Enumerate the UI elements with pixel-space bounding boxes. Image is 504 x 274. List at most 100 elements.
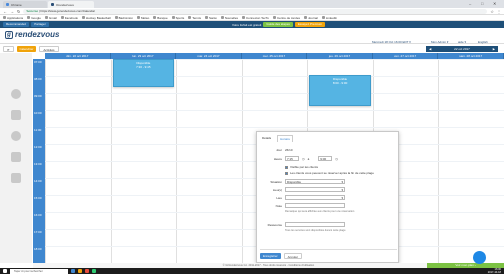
date-navigator: ◀ 22 oct 2017 ▶	[426, 46, 498, 52]
visible-checkbox[interactable]	[285, 165, 288, 169]
bookmark-icon	[321, 16, 325, 19]
chevron-down-icon: ▾	[341, 180, 343, 184]
hour-label: 17:00	[34, 230, 42, 234]
hour-gridline	[45, 110, 504, 111]
activities-button[interactable]: Activités	[39, 45, 59, 52]
cancel-button[interactable]: Annuler	[283, 253, 303, 259]
guide-button[interactable]: Guide des étapes	[263, 22, 293, 27]
hour-gridline	[45, 93, 504, 94]
chat-bubble-icon[interactable]	[473, 251, 486, 264]
hour-label: 09:00	[34, 94, 42, 98]
chrome-taskbar-icon[interactable]	[85, 269, 89, 273]
browser-tab-1[interactable]: Chrome	[3, 1, 47, 8]
bookmark-icon	[204, 16, 208, 19]
date-label: Jour	[276, 148, 282, 152]
minimize-icon[interactable]: –	[469, 1, 471, 6]
maximize-icon[interactable]: □	[481, 1, 483, 6]
availability-event[interactable]: Disponible 8:00 - 9:00	[309, 75, 371, 106]
bookmark-item[interactable]: Banque	[153, 16, 168, 20]
current-date[interactable]: 22 oct 2017	[454, 47, 470, 51]
os-taskbar: Taper ici pour rechercher	[0, 268, 504, 274]
bookmark-item[interactable]: Google	[27, 16, 41, 20]
url-field[interactable]: Sécurisé | https://www.gorendezvous.com/…	[23, 8, 488, 14]
resource-input[interactable]	[285, 222, 345, 227]
bookmark-item[interactable]: LinkedIn	[321, 16, 337, 20]
resource-label: Ressource	[267, 222, 282, 227]
star-icon[interactable]: ☆	[490, 9, 494, 14]
next-week-icon[interactable]: ▶	[493, 47, 495, 51]
bookmark-item[interactable]: Facebook	[60, 16, 78, 20]
bookmark-icon	[3, 16, 6, 19]
address-bar: ← → ↻ Sécurisé | https://www.gorendezvou…	[0, 8, 504, 15]
bookmark-icon	[114, 16, 118, 19]
clock-icon[interactable]	[11, 89, 21, 99]
location-label: Lieu	[276, 195, 282, 200]
premium-button[interactable]: Essayez Premium	[294, 22, 326, 27]
hour-gridline	[45, 127, 504, 128]
availability-event[interactable]: Disponible 7:30 - 9:45	[112, 59, 175, 87]
places-select[interactable]: ▾	[285, 187, 345, 192]
status-select[interactable]: Disponible ▾	[285, 179, 345, 184]
clock-picker-icon[interactable]: ◷	[302, 157, 305, 161]
hour-from-input[interactable]: 7:15	[285, 156, 299, 161]
resource-help: Tous les services sont disponibles duran…	[285, 229, 346, 232]
bookmark-item[interactable]: Badminton	[114, 16, 133, 20]
bookmark-item[interactable]: Sports	[171, 16, 184, 20]
taskbar-clock: 16:00 2017-10-18	[487, 268, 501, 274]
app-header	[0, 28, 504, 44]
bookmark-item[interactable]: Applications	[3, 16, 23, 20]
event-time: 7:30 - 9:45	[136, 65, 151, 69]
windows-start-icon[interactable]	[3, 269, 7, 273]
note-input[interactable]	[285, 203, 345, 208]
bookmark-icon	[242, 16, 245, 19]
plan-info: Votre forfait est gratuit Guide des étap…	[232, 22, 326, 27]
after-end-checkbox[interactable]	[285, 171, 288, 175]
refresh-button[interactable]: ⟳	[3, 45, 14, 52]
rendezvous-favicon-icon	[51, 3, 54, 6]
bookmark-item[interactable]: Météo	[136, 16, 149, 20]
tab-schedule[interactable]: Horaire	[277, 135, 294, 142]
tab-details[interactable]: Détails	[260, 135, 273, 142]
places-label: Lieu(x)	[272, 187, 282, 192]
bookmark-item[interactable]: Journal	[303, 16, 318, 20]
taskbar-search[interactable]: Taper ici pour rechercher	[10, 268, 68, 274]
hour-to-input[interactable]: 9:00	[318, 156, 333, 161]
edit-slot-popup: Détails Horaire Jour 26/10 Heure 7:15 ◷ …	[256, 131, 399, 263]
bookmark-icon	[171, 16, 175, 19]
hour-label: 18:00	[34, 247, 42, 251]
forward-icon[interactable]: →	[10, 9, 14, 14]
bookmark-item[interactable]: Santé	[204, 16, 217, 20]
bookmark-item[interactable]: Nouvelles	[220, 16, 238, 20]
recommend-button[interactable]: Recommandez	[3, 22, 30, 27]
chevron-down-icon: ▾	[341, 188, 343, 192]
note-help: Remarque qui sera affichée aux clients p…	[285, 210, 355, 213]
task-view-icon[interactable]	[71, 269, 75, 273]
users-icon[interactable]	[11, 110, 21, 120]
logo[interactable]: g rendezvous	[5, 30, 59, 39]
prev-week-icon[interactable]: ◀	[429, 47, 431, 51]
date-value: 26/10	[285, 148, 293, 152]
calendar-button[interactable]: Calendrier	[16, 45, 37, 52]
bookmark-item[interactable]: Tennis	[188, 16, 201, 20]
save-button[interactable]: Enregistrer	[260, 253, 281, 259]
bookmark-item[interactable]: Centre de tondes	[272, 16, 300, 20]
bookmark-item[interactable]: Connexion TecTo	[242, 16, 269, 20]
file-explorer-icon[interactable]	[78, 269, 82, 273]
document-icon[interactable]	[11, 152, 21, 162]
reports-icon[interactable]	[11, 173, 21, 183]
bookmark-icon	[44, 16, 48, 19]
hour-label: 16:00	[34, 213, 42, 217]
bookmark-item[interactable]: Gmail	[44, 16, 57, 20]
app-taskbar-icon[interactable]	[92, 269, 96, 273]
close-window-icon[interactable]: ✕	[493, 1, 496, 6]
back-icon[interactable]: ←	[3, 9, 7, 14]
menu-icon[interactable]: ⋮	[497, 9, 501, 14]
reload-icon[interactable]: ↻	[17, 9, 20, 14]
share-button[interactable]: Partager	[31, 22, 49, 27]
logo-icon: g	[5, 30, 13, 39]
bookmark-item[interactable]: Hockey Basketball	[81, 16, 111, 20]
location-select[interactable]: ▾	[285, 195, 345, 200]
clock-picker-icon[interactable]: ◷	[335, 157, 338, 161]
browser-tab-2[interactable]: Orendezvous	[48, 1, 94, 8]
settings-icon[interactable]	[11, 131, 21, 141]
